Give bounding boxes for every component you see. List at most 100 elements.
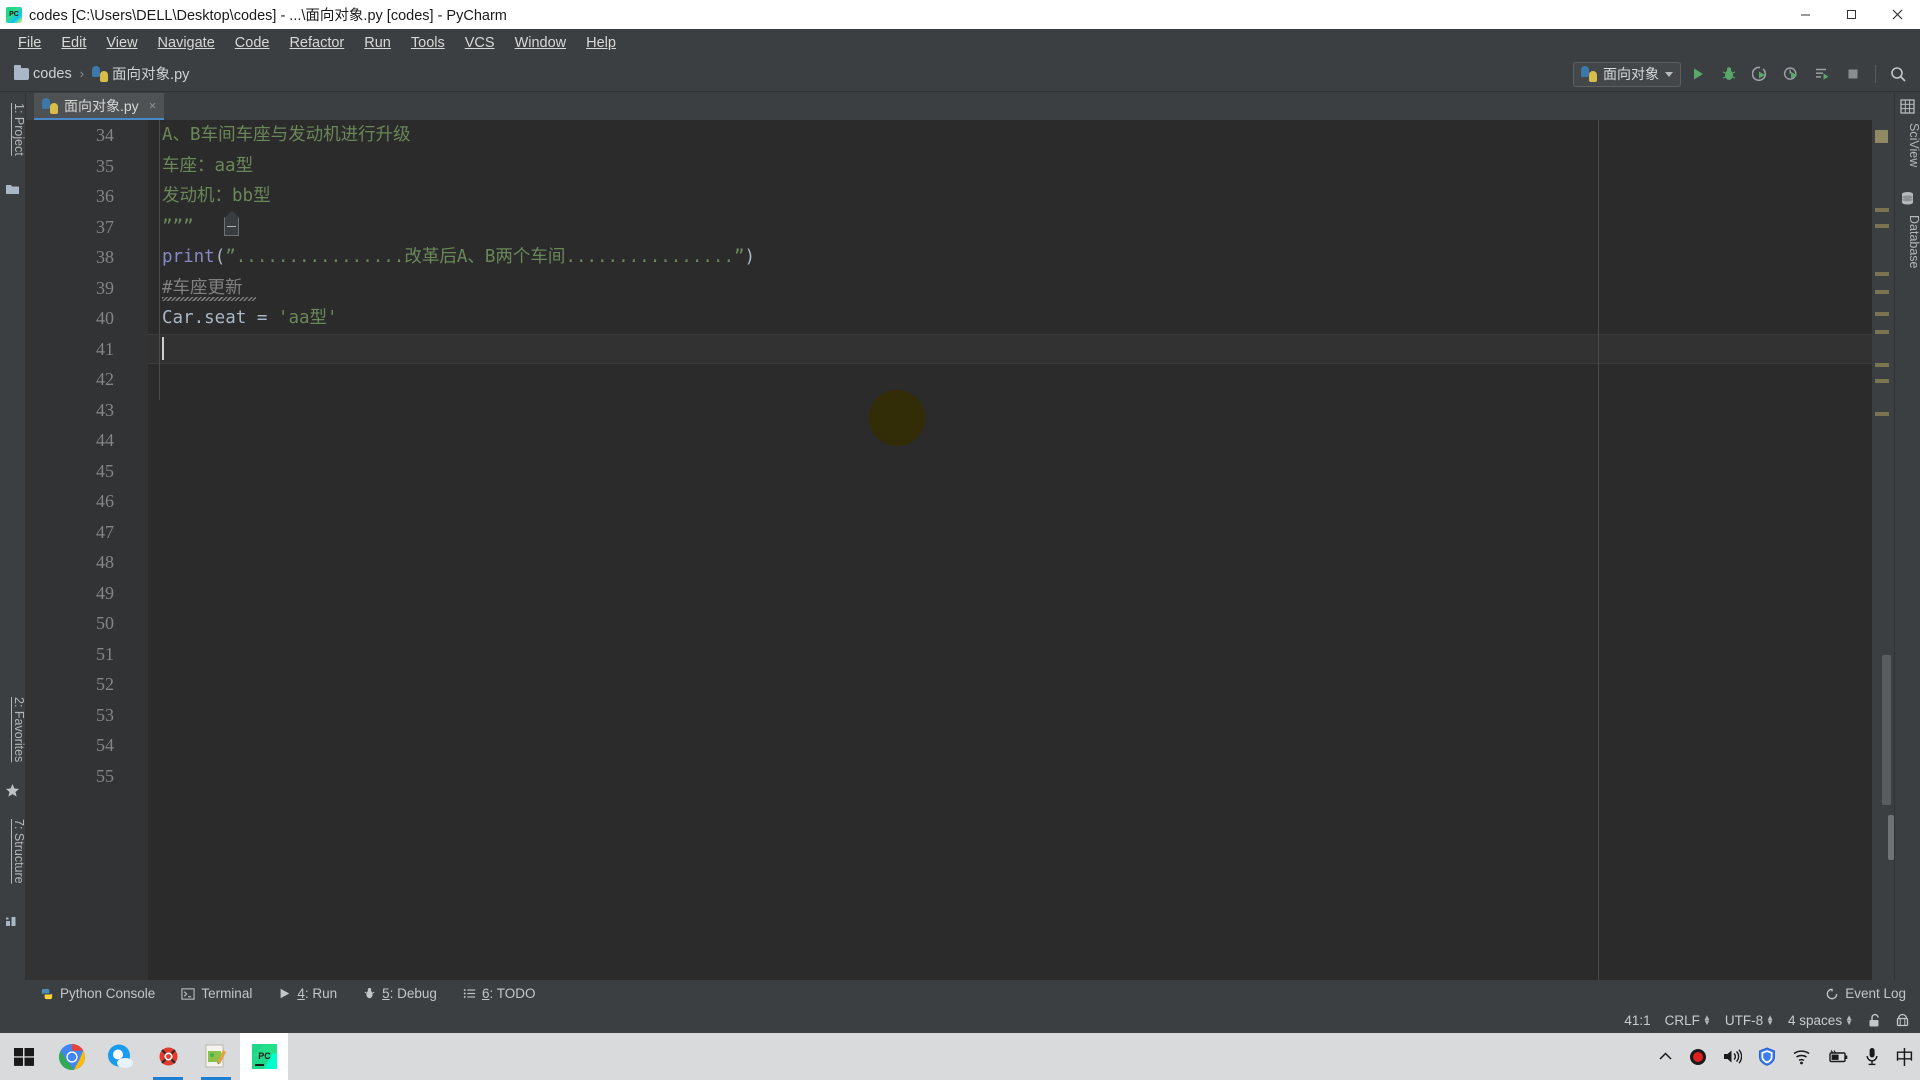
marker-stripe bbox=[1875, 272, 1889, 276]
tray-security[interactable] bbox=[1758, 1047, 1776, 1066]
menu-edit[interactable]: Edit bbox=[51, 32, 96, 54]
start-button[interactable] bbox=[0, 1033, 48, 1080]
tool-window-run[interactable]: 4: Run bbox=[278, 986, 337, 1001]
sidebar-item-structure[interactable]: 7: Structure bbox=[0, 815, 26, 884]
line-number: 35 bbox=[96, 155, 114, 176]
code-line-37: ””” bbox=[162, 216, 194, 237]
star-icon bbox=[6, 784, 19, 797]
menu-help[interactable]: Help bbox=[576, 32, 626, 54]
sidebar-item-structure-label: 7: Structure bbox=[12, 819, 26, 884]
code-content[interactable]: A、B车间车座与发动机进行升级 车座：aa型 发动机：bb型 ””” print… bbox=[148, 120, 1884, 980]
code-line-40: Car.seat = 'aa型' bbox=[162, 303, 338, 334]
click-highlight-overlay bbox=[869, 390, 925, 446]
menu-navigate[interactable]: Navigate bbox=[148, 32, 225, 54]
debug-icon bbox=[364, 988, 375, 999]
breadcrumb-file[interactable]: 面向对象.py bbox=[112, 63, 189, 84]
python-file-icon bbox=[92, 65, 109, 82]
menu-run[interactable]: Run bbox=[354, 32, 401, 54]
taskbar-app-red[interactable] bbox=[144, 1033, 192, 1080]
taskbar-qq-browser[interactable] bbox=[96, 1033, 144, 1080]
debug-button[interactable] bbox=[1715, 60, 1743, 88]
tray-network[interactable] bbox=[1792, 1049, 1811, 1065]
close-button[interactable] bbox=[1874, 0, 1920, 29]
tool-window-todo-label: 6: TODO bbox=[482, 986, 536, 1001]
menu-view[interactable]: View bbox=[96, 32, 147, 54]
window-controls bbox=[1782, 0, 1920, 29]
run-button[interactable] bbox=[1684, 60, 1712, 88]
tool-window-debug-key: 5 bbox=[382, 986, 390, 1001]
sidebar-item-project[interactable]: 1: Project bbox=[0, 99, 26, 156]
menu-view-label: View bbox=[106, 34, 138, 51]
tool-window-debug[interactable]: 5: Debug bbox=[363, 986, 437, 1001]
tray-battery[interactable] bbox=[1827, 1049, 1849, 1064]
taskbar-chrome[interactable] bbox=[48, 1033, 96, 1080]
editor-scrollbar-thumb[interactable] bbox=[1882, 655, 1891, 805]
code-token-assign: = bbox=[246, 308, 278, 328]
file-encoding[interactable]: UTF-8 ▲ ▼ bbox=[1725, 1013, 1774, 1028]
system-tray: 中 bbox=[1658, 1043, 1914, 1070]
code-editor[interactable]: 34 35 36 37 38 39 40 41 42 43 44 45 46 4… bbox=[26, 120, 1884, 980]
menu-window[interactable]: Window bbox=[505, 32, 577, 54]
taskbar-editor[interactable] bbox=[192, 1033, 240, 1080]
sidebar-item-sciview[interactable]: SciView bbox=[1895, 119, 1920, 167]
sidebar-item-project-label: 1: Project bbox=[12, 103, 26, 156]
caret-position[interactable]: 41:1 bbox=[1624, 1013, 1650, 1028]
menu-tools[interactable]: Tools bbox=[401, 32, 455, 54]
editor-scrollbar-thumb-secondary[interactable] bbox=[1888, 815, 1894, 860]
line-number: 50 bbox=[96, 613, 114, 633]
line-number: 46 bbox=[96, 491, 114, 511]
window-title: codes [C:\Users\DELL\Desktop\codes] - ..… bbox=[29, 8, 507, 24]
structure-icon bbox=[6, 917, 16, 926]
code-folding-gutter[interactable] bbox=[122, 120, 240, 980]
menu-vcs-label: VCS bbox=[464, 34, 495, 51]
tray-ime[interactable]: 中 bbox=[1895, 1043, 1914, 1070]
stop-button[interactable] bbox=[1839, 60, 1867, 88]
file-encoding-label: UTF-8 bbox=[1724, 1012, 1764, 1028]
maximize-button[interactable] bbox=[1828, 0, 1874, 29]
editor-tab-strip: 面向对象.py × bbox=[26, 93, 1884, 120]
indent-setting[interactable]: 4 spaces ▲ ▼ bbox=[1788, 1013, 1853, 1028]
menu-code-label: Code bbox=[234, 34, 270, 51]
run-configuration-name: 面向对象 bbox=[1603, 66, 1659, 82]
toolbar-actions: 面向对象 bbox=[1573, 56, 1912, 92]
menu-file[interactable]: File bbox=[8, 32, 51, 54]
close-icon[interactable]: × bbox=[149, 98, 157, 113]
search-everywhere-button[interactable] bbox=[1884, 60, 1912, 88]
menu-code[interactable]: Code bbox=[225, 32, 280, 54]
profile-button[interactable] bbox=[1777, 60, 1805, 88]
tool-window-todo[interactable]: 6: TODO bbox=[463, 986, 536, 1001]
sidebar-item-favorites[interactable]: 2: Favorites bbox=[0, 693, 26, 762]
run-icon bbox=[280, 988, 290, 999]
tool-window-terminal[interactable]: Terminal bbox=[181, 986, 252, 1001]
menu-vcs[interactable]: VCS bbox=[455, 32, 505, 54]
run-configuration-selector[interactable]: 面向对象 bbox=[1573, 61, 1681, 87]
breadcrumb-project[interactable]: codes bbox=[33, 66, 72, 82]
code-line-34: A、B车间车座与发动机进行升级 bbox=[162, 125, 411, 145]
red-app-icon bbox=[159, 1047, 177, 1066]
speaker-icon bbox=[1723, 1049, 1742, 1064]
menu-refactor[interactable]: Refactor bbox=[279, 32, 354, 54]
inspection-toggle[interactable] bbox=[1895, 1013, 1910, 1028]
left-tool-strip: 1: Project 2: Favorites 7: Structure bbox=[0, 93, 26, 980]
minimize-button[interactable] bbox=[1782, 0, 1828, 29]
sidebar-item-database[interactable]: Database bbox=[1895, 211, 1920, 269]
run-dashboard-button[interactable] bbox=[1808, 60, 1836, 88]
tool-window-python-console-label: Python Console bbox=[60, 986, 156, 1001]
tray-show-hidden[interactable] bbox=[1658, 1050, 1673, 1063]
line-number: 49 bbox=[96, 582, 114, 603]
tab-mianxiangduixiang-py[interactable]: 面向对象.py × bbox=[34, 93, 165, 120]
line-number: 44 bbox=[96, 430, 114, 450]
line-number: 48 bbox=[96, 552, 114, 572]
code-token-value: 'aa型' bbox=[277, 308, 338, 328]
tool-window-python-console[interactable]: Python Console bbox=[40, 986, 155, 1001]
tray-microphone[interactable] bbox=[1865, 1047, 1879, 1066]
tray-recorder[interactable] bbox=[1689, 1048, 1707, 1066]
readonly-toggle[interactable] bbox=[1867, 1013, 1881, 1028]
event-log-button[interactable]: Event Log bbox=[1825, 980, 1906, 1007]
tray-volume[interactable] bbox=[1723, 1048, 1742, 1065]
code-line-36: 发动机：bb型 bbox=[162, 186, 271, 206]
taskbar-pycharm[interactable]: PC bbox=[240, 1033, 288, 1080]
run-with-coverage-button[interactable] bbox=[1746, 60, 1774, 88]
pycharm-window: codes [C:\Users\DELL\Desktop\codes] - ..… bbox=[0, 0, 1920, 1080]
line-separator[interactable]: CRLF ▲ ▼ bbox=[1665, 1013, 1711, 1028]
